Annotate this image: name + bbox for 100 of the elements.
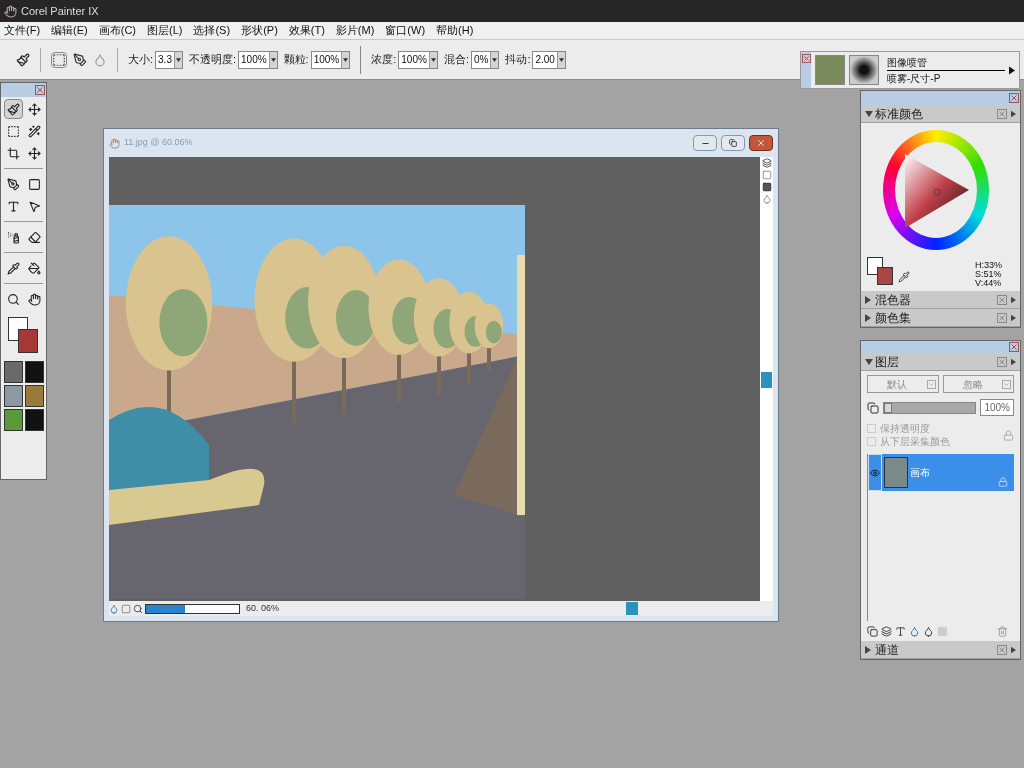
maximize-button[interactable] — [721, 135, 745, 151]
value-field[interactable]: 3.3 — [155, 50, 183, 69]
menu-item[interactable]: 效果(T) — [288, 22, 325, 39]
menu-item[interactable]: 影片(M) — [335, 22, 375, 39]
close-icon[interactable] — [1009, 342, 1019, 352]
color-reading: H:33% — [975, 261, 1002, 270]
menu-item[interactable]: 文件(F) — [4, 22, 41, 39]
panel-title: 标准颜色 — [875, 105, 924, 123]
dropdown-arrow-icon[interactable] — [558, 57, 564, 62]
panel-menu-arrow-icon[interactable] — [1011, 109, 1016, 118]
zoom-percentage: 60. 06% — [246, 601, 280, 615]
layer-adjuster-icon — [27, 102, 41, 116]
value-field[interactable]: 0% — [470, 50, 500, 69]
panel-title: 通道 — [875, 641, 900, 659]
grabber-icon — [27, 292, 41, 306]
close-icon — [756, 138, 766, 148]
document-hand-icon — [109, 137, 120, 149]
cloner-icon — [7, 230, 20, 244]
restore-icon — [729, 139, 737, 147]
color-reading: S:51% — [975, 270, 1002, 279]
field-label: 混合: — [443, 52, 469, 68]
close-icon[interactable] — [1009, 93, 1019, 103]
pen-icon — [7, 177, 20, 191]
dropdown-arrow-icon[interactable] — [343, 57, 349, 62]
opacity-field[interactable]: 100% — [980, 399, 1014, 416]
shape-selection-icon — [27, 199, 41, 213]
expand-triangle-icon[interactable] — [865, 645, 871, 654]
dropdown-arrow-icon[interactable] — [492, 57, 498, 62]
brush-tool[interactable] — [4, 99, 23, 119]
magic-wand-icon — [27, 124, 41, 138]
field-label: 抖动: — [505, 52, 531, 68]
menu-item[interactable]: 图层(L) — [147, 22, 183, 39]
value-field[interactable]: 2.00 — [532, 50, 566, 69]
layer-name: 画布 — [910, 466, 931, 480]
dropdown-arrow-icon — [926, 379, 936, 389]
layer-thumbnail — [884, 457, 908, 488]
dropdown-arrow-icon[interactable] — [270, 57, 276, 62]
rectangular-selection-icon — [7, 124, 20, 138]
new-layer-icon[interactable] — [867, 625, 878, 637]
field-label: 不透明度: — [188, 52, 237, 68]
text-icon — [7, 199, 20, 213]
visibility-toggle[interactable] — [868, 454, 882, 491]
value-field[interactable]: 100% — [398, 50, 438, 69]
dropdown-arrow-icon[interactable] — [175, 57, 181, 62]
dropdown-arrow-icon[interactable] — [430, 57, 436, 62]
canvas-icon[interactable] — [761, 182, 772, 192]
zoom-slider[interactable] — [145, 603, 240, 614]
color-reading: V:44% — [975, 279, 1002, 288]
brush-icon[interactable] — [16, 52, 30, 67]
layer-stack-icon — [867, 401, 879, 414]
panel-title: 图层 — [875, 353, 900, 371]
collapse-triangle-icon[interactable] — [865, 358, 873, 365]
close-icon[interactable] — [35, 85, 45, 95]
scroll-thumb[interactable] — [626, 602, 639, 615]
crop-icon — [7, 146, 20, 160]
collapse-triangle-icon[interactable] — [865, 110, 873, 117]
brush-icon — [7, 102, 20, 116]
panel-header[interactable]: 混色器 — [861, 291, 1020, 309]
document-title: 11.jpg @ 60.06% — [124, 136, 194, 150]
brush-variant-button[interactable] — [849, 55, 879, 85]
menu-item[interactable]: 画布(C) — [98, 22, 136, 39]
brush-category-name: 图像喷管 — [887, 54, 1005, 71]
panel-header[interactable]: 通道 — [861, 641, 1020, 659]
menu-item[interactable]: 编辑(E) — [51, 22, 88, 39]
menu-item[interactable]: 选择(S) — [193, 22, 231, 39]
value-field[interactable]: 100% — [310, 50, 351, 69]
menu-item[interactable]: 形状(P) — [241, 22, 278, 39]
selector-menu-arrow-icon[interactable] — [1009, 65, 1015, 75]
close-button[interactable] — [749, 135, 773, 151]
dropper-icon — [7, 261, 20, 275]
brush-variant-name: 喷雾-尺寸-P — [887, 71, 942, 86]
selection-adjuster-icon — [27, 146, 41, 160]
rectangle-shape-icon — [27, 177, 41, 191]
scroll-thumb[interactable] — [761, 372, 772, 388]
layers-icon[interactable] — [761, 158, 772, 168]
close-icon[interactable] — [801, 54, 811, 63]
panel-header[interactable]: 图层 — [861, 353, 1020, 371]
eraser-icon — [27, 230, 41, 244]
app-hand-icon — [4, 4, 17, 18]
lock-icon — [998, 477, 1008, 487]
menu-item[interactable]: 帮助(H) — [436, 22, 474, 39]
eye-icon — [870, 467, 880, 478]
dropdown-arrow-icon — [1002, 379, 1011, 389]
panel-header[interactable]: 颜色集 — [861, 309, 1020, 327]
field-label: 大小: — [128, 52, 154, 68]
magnifier-icon — [7, 292, 20, 306]
menu-item[interactable]: 窗口(W) — [385, 22, 426, 39]
panel-title: 颜色集 — [875, 309, 912, 327]
window-title: Corel Painter IX — [21, 3, 99, 19]
panel-title: 混色器 — [875, 291, 912, 309]
field-label: 浓度: — [371, 52, 397, 68]
panel-menu-arrow-icon[interactable] — [1011, 357, 1016, 366]
opacity-slider-thumb[interactable] — [884, 402, 892, 413]
lock-icon — [1003, 429, 1014, 441]
value-field[interactable]: 100% — [238, 50, 278, 69]
zoom-icon[interactable] — [133, 603, 143, 614]
panel-header[interactable]: 标准颜色 — [861, 105, 1020, 123]
opacity-slider[interactable] — [883, 401, 977, 414]
field-label: 颗粒: — [283, 52, 309, 68]
panel-menu-arrow-icon[interactable] — [1011, 645, 1016, 654]
